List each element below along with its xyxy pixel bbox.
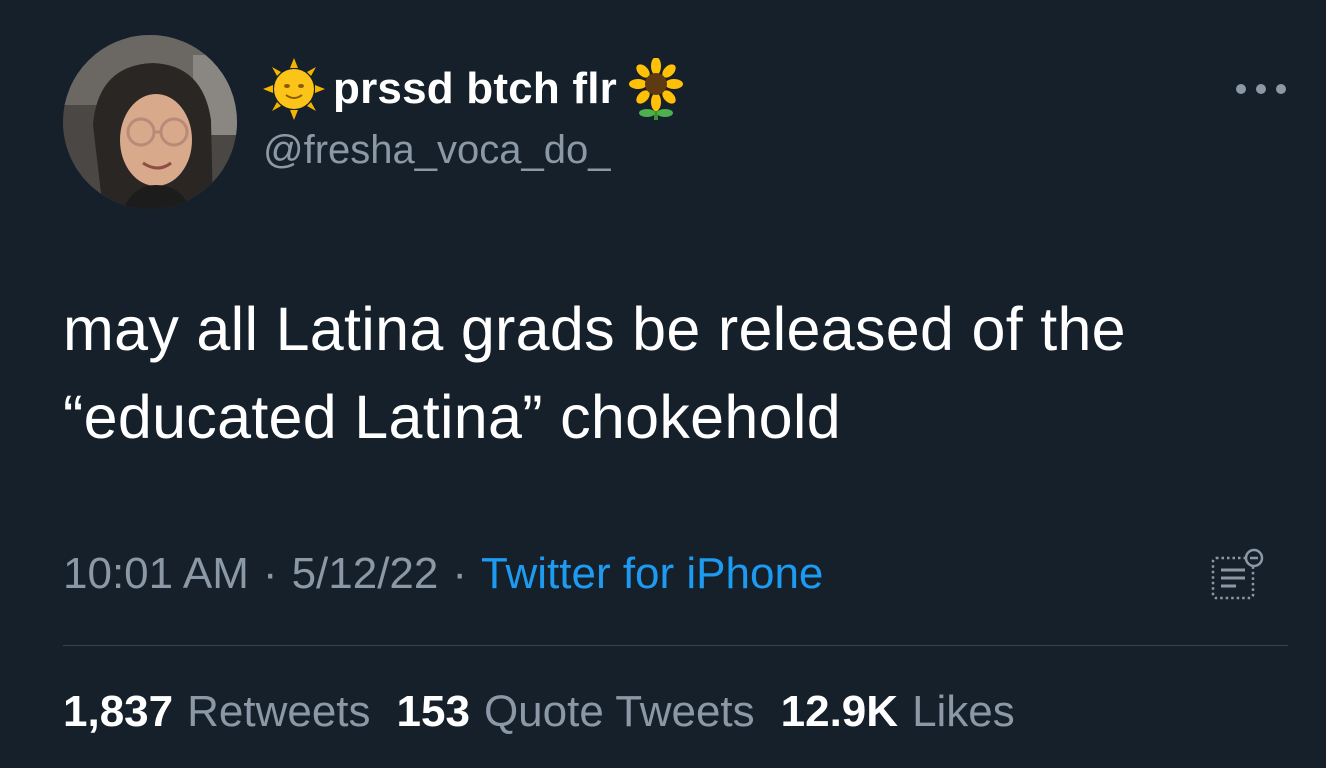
retweets-count: 1,837 [63,687,174,736]
tweet-source-link[interactable]: Twitter for iPhone [481,549,823,599]
divider [63,645,1288,646]
tweet-metadata: 10:01 AM · 5/12/22 · Twitter for iPhone [63,542,823,606]
likes-label: Likes [912,687,1015,736]
tweet-analytics-icon[interactable] [1208,546,1268,606]
quote-tweets-stat[interactable]: 153 Quote Tweets [397,687,755,737]
more-options-icon[interactable] [1236,76,1286,102]
meta-separator: · [452,549,468,598]
tweet-text: may all Latina grads be released of the … [63,285,1293,461]
more-dot [1236,84,1246,94]
quote-tweets-label: Quote Tweets [483,687,755,736]
author-handle[interactable]: @fresha_voca_do_ [263,128,611,173]
more-dot [1256,84,1266,94]
engagement-stats: 1,837 Retweets 153 Quote Tweets 12.9K Li… [63,680,1041,744]
tweet-time[interactable]: 10:01 AM [63,549,249,599]
likes-stat[interactable]: 12.9K Likes [781,687,1015,737]
sunflower-icon [625,57,687,120]
retweets-stat[interactable]: 1,837 Retweets [63,687,371,737]
sun-with-face-icon [263,58,325,120]
likes-count: 12.9K [780,687,899,736]
tweet-text-line: “educated Latina” chokehold [63,383,841,451]
tweet-date[interactable]: 5/12/22 [292,549,439,599]
meta-separator: · [262,549,278,598]
display-name[interactable]: prssd btch flr [333,64,617,114]
avatar[interactable] [63,35,237,209]
retweets-label: Retweets [187,687,371,736]
avatar-photo [63,35,237,209]
more-dot [1276,84,1286,94]
quote-tweets-count: 153 [396,687,470,736]
tweet-text-line: may all Latina grads be released of the [63,295,1126,363]
tweet-detail: prssd btch flr @fresha_voca_do_ may all … [0,0,1326,768]
author-name-row[interactable]: prssd btch flr [263,56,687,122]
